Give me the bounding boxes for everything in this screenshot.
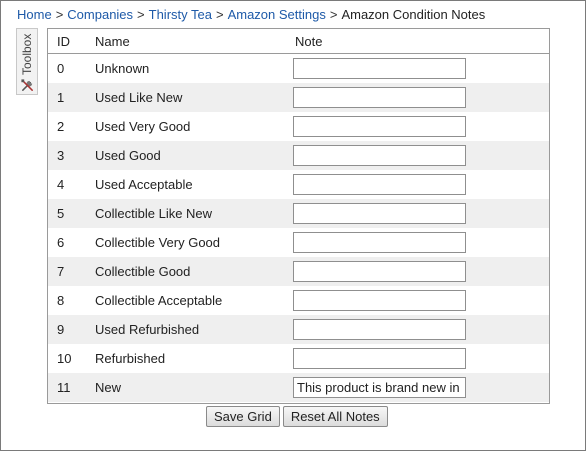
- breadcrumb-separator: >: [329, 7, 338, 22]
- note-input[interactable]: [293, 87, 466, 108]
- row-id: 8: [57, 293, 65, 308]
- table-row: 1 Used Like New: [48, 83, 549, 112]
- note-input[interactable]: [293, 290, 466, 311]
- save-grid-button[interactable]: Save Grid: [206, 406, 280, 427]
- row-name: Used Refurbished: [95, 315, 295, 344]
- breadcrumb-company-link[interactable]: Thirsty Tea: [149, 7, 212, 22]
- note-input[interactable]: [293, 145, 466, 166]
- table-row: 2 Used Very Good: [48, 112, 549, 141]
- note-input[interactable]: [293, 377, 466, 398]
- notes-table: ID Name Note 0 Unknown 1 Used Like New 2…: [48, 29, 549, 402]
- breadcrumb-amazon-settings-link[interactable]: Amazon Settings: [228, 7, 326, 22]
- row-name: New: [95, 373, 295, 402]
- row-name: Collectible Good: [95, 257, 295, 286]
- table-row: 7 Collectible Good: [48, 257, 549, 286]
- breadcrumb-separator: >: [137, 7, 145, 22]
- row-id: 3: [48, 141, 95, 170]
- toolbox-tab[interactable]: Toolbox: [16, 28, 38, 95]
- row-id: 9: [48, 315, 95, 344]
- row-id: 4: [57, 177, 65, 192]
- table-header-row: ID Name Note: [48, 29, 549, 54]
- table-row: 10 Refurbished: [48, 344, 549, 373]
- row-name: Used Like New: [95, 83, 295, 112]
- column-header-note[interactable]: Note: [295, 29, 549, 54]
- row-id: 1: [48, 83, 95, 112]
- row-id: 6: [57, 235, 65, 250]
- row-name: Collectible Acceptable: [95, 293, 223, 308]
- grid-actions: Save Grid Reset All Notes: [206, 406, 391, 427]
- note-input[interactable]: [293, 348, 466, 369]
- row-id: 10: [57, 351, 72, 366]
- note-input[interactable]: [293, 261, 466, 282]
- condition-notes-grid: ID Name Note 0 Unknown 1 Used Like New 2…: [47, 28, 550, 404]
- note-input[interactable]: [293, 203, 466, 224]
- table-row: 11 New: [48, 373, 549, 402]
- breadcrumb-current: Amazon Condition Notes: [341, 7, 486, 22]
- note-input[interactable]: [293, 58, 466, 79]
- row-name: Collectible Very Good: [95, 235, 221, 250]
- toolbox-label: Toolbox: [20, 33, 34, 75]
- note-input[interactable]: [293, 319, 466, 340]
- row-name: Unknown: [95, 61, 150, 76]
- table-row: 5 Collectible Like New: [48, 199, 549, 228]
- table-row: 0 Unknown: [48, 54, 549, 84]
- table-row: 9 Used Refurbished: [48, 315, 549, 344]
- breadcrumb-companies-link[interactable]: Companies: [67, 7, 133, 22]
- table-row: 6 Collectible Very Good: [48, 228, 549, 257]
- table-row: 4 Used Acceptable: [48, 170, 549, 199]
- table-row: 8 Collectible Acceptable: [48, 286, 549, 315]
- row-id: 5: [48, 199, 95, 228]
- row-id: 0: [57, 61, 65, 76]
- reset-all-notes-button[interactable]: Reset All Notes: [282, 406, 388, 427]
- note-input[interactable]: [293, 232, 466, 253]
- breadcrumb-separator: >: [55, 7, 64, 22]
- row-name: Collectible Like New: [95, 199, 295, 228]
- column-header-name[interactable]: Name: [95, 29, 295, 54]
- breadcrumb-home-link[interactable]: Home: [17, 7, 52, 22]
- row-id: 7: [48, 257, 95, 286]
- row-name: Used Good: [95, 141, 295, 170]
- row-id: 2: [57, 119, 65, 134]
- row-name: Used Very Good: [95, 119, 191, 134]
- note-input[interactable]: [293, 174, 466, 195]
- row-id: 11: [48, 373, 95, 402]
- tools-icon: [21, 79, 33, 91]
- breadcrumb-separator: >: [215, 7, 224, 22]
- breadcrumb: Home > Companies > Thirsty Tea > Amazon Settin…: [17, 7, 485, 22]
- row-name: Refurbished: [95, 351, 166, 366]
- row-name: Used Acceptable: [95, 177, 193, 192]
- note-input[interactable]: [293, 116, 466, 137]
- column-header-id[interactable]: ID: [48, 29, 95, 54]
- table-row: 3 Used Good: [48, 141, 549, 170]
